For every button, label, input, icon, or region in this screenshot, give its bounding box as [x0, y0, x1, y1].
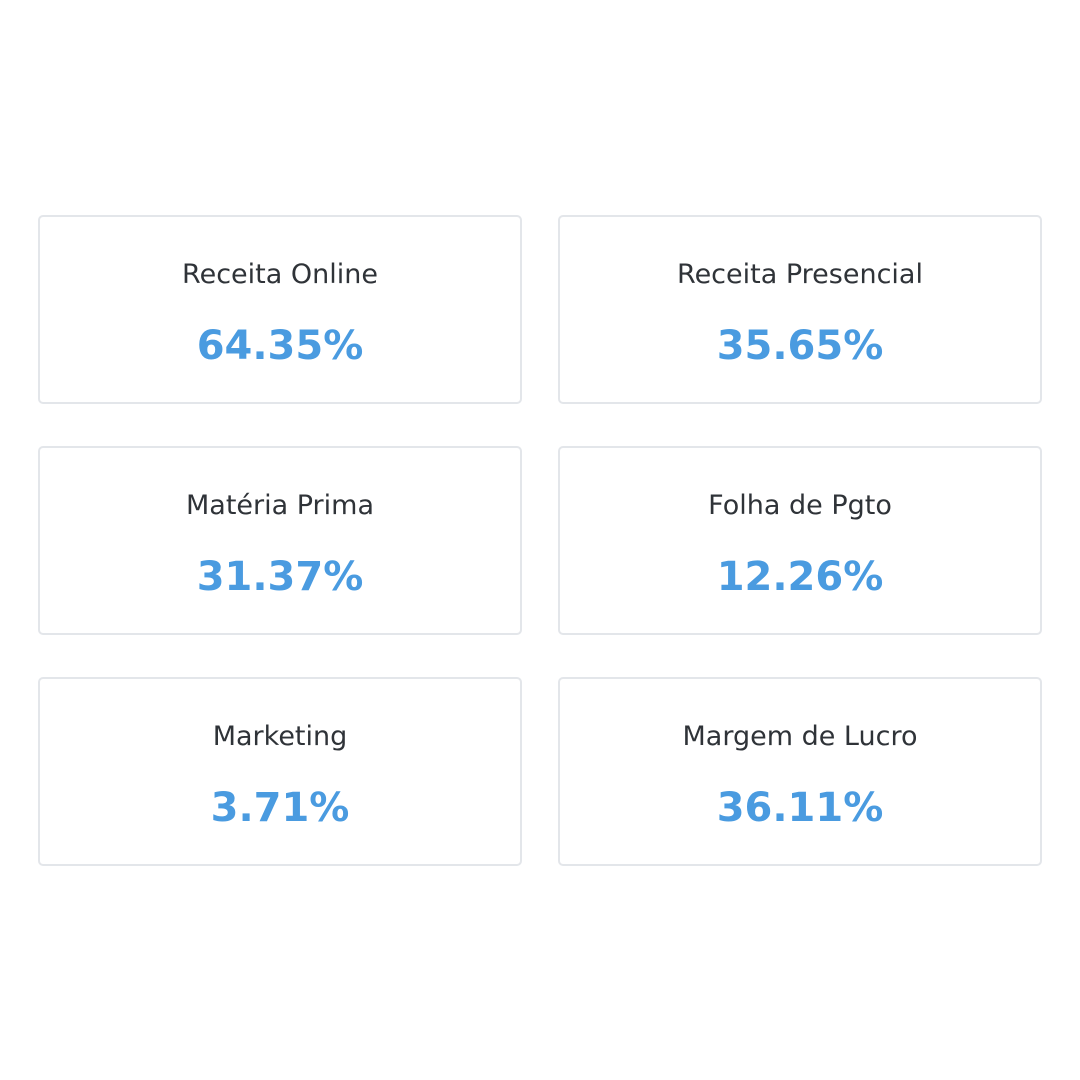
metric-label: Margem de Lucro [682, 721, 918, 752]
metric-label: Receita Presencial [677, 259, 923, 290]
metric-card-receita-online: Receita Online 64.35% [38, 215, 522, 404]
metric-value: 36.11% [716, 785, 884, 831]
metric-card-receita-presencial: Receita Presencial 35.65% [558, 215, 1042, 404]
metric-card-folha-de-pgto: Folha de Pgto 12.26% [558, 446, 1042, 635]
metric-card-margem-de-lucro: Margem de Lucro 36.11% [558, 677, 1042, 866]
metric-value: 3.71% [210, 785, 350, 831]
metric-label: Matéria Prima [185, 490, 375, 521]
metric-card-materia-prima: Matéria Prima 31.37% [38, 446, 522, 635]
metrics-grid: Receita Online 64.35% Receita Presencial… [38, 215, 1042, 866]
metric-value: 12.26% [716, 554, 884, 600]
metric-card-marketing: Marketing 3.71% [38, 677, 522, 866]
metric-value: 64.35% [196, 323, 364, 369]
metric-label: Folha de Pgto [708, 490, 892, 521]
metric-value: 31.37% [196, 554, 364, 600]
metric-value: 35.65% [716, 323, 884, 369]
metric-label: Receita Online [182, 259, 378, 290]
metric-label: Marketing [212, 721, 348, 752]
